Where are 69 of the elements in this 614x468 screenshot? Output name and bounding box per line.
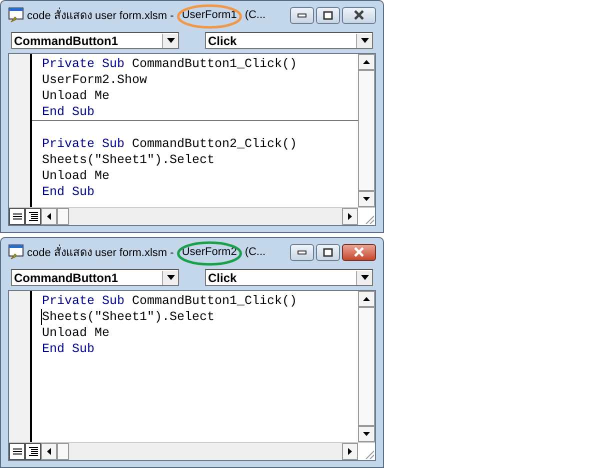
- horizontal-scrollbar[interactable]: [41, 208, 358, 225]
- up-arrow-icon: [363, 296, 370, 301]
- window-title-suffix: (C...: [244, 9, 266, 21]
- procedure-dropdown[interactable]: Click: [205, 269, 373, 286]
- down-arrow-icon: [363, 432, 370, 436]
- scroll-thumb[interactable]: [57, 208, 69, 225]
- procedure-dropdown[interactable]: Click: [205, 32, 373, 49]
- code-line: Unload Me: [42, 325, 111, 341]
- up-arrow-icon: [363, 60, 370, 64]
- minimize-icon: [297, 12, 307, 18]
- right-arrow-icon: [348, 213, 352, 220]
- code-line: Unload Me: [42, 168, 111, 184]
- left-arrow-icon: [47, 448, 51, 455]
- scroll-up-button[interactable]: [358, 54, 375, 70]
- code-line: End Sub: [42, 341, 96, 357]
- vertical-scrollbar[interactable]: [358, 54, 375, 207]
- resize-grip-icon[interactable]: [365, 215, 374, 224]
- code-line: Private Sub CommandButton2_Click(): [42, 136, 298, 152]
- full-module-view-button[interactable]: [25, 208, 41, 225]
- scroll-right-button[interactable]: [342, 208, 358, 225]
- lines-icon: [28, 447, 38, 456]
- code-line: Private Sub CommandButton1_Click(): [42, 293, 298, 309]
- close-icon: [353, 247, 365, 257]
- close-button[interactable]: [342, 244, 376, 260]
- maximize-button[interactable]: [316, 6, 340, 24]
- scroll-thumb[interactable]: [358, 306, 375, 426]
- scroll-thumb[interactable]: [358, 70, 375, 192]
- code-line: Sheets("Sheet1").Select: [42, 152, 216, 168]
- close-button[interactable]: [342, 6, 376, 24]
- form-name: UserForm2: [182, 246, 237, 258]
- left-arrow-icon: [47, 213, 51, 220]
- scroll-down-button[interactable]: [358, 191, 375, 207]
- procedure-view-button[interactable]: [9, 443, 25, 460]
- full-module-view-button[interactable]: [25, 443, 41, 460]
- code-line: Private Sub CommandButton1_Click(): [42, 56, 298, 72]
- window-title-suffix: (C...: [244, 246, 266, 258]
- scroll-left-button[interactable]: [41, 443, 57, 460]
- scroll-up-button[interactable]: [358, 291, 375, 307]
- scroll-right-button[interactable]: [342, 443, 358, 460]
- object-dropdown[interactable]: CommandButton1: [11, 32, 179, 49]
- scroll-thumb[interactable]: [57, 443, 69, 460]
- window-title: code สั่งแสดง user form.xlsm -: [27, 6, 174, 24]
- procedure-view-button[interactable]: [9, 208, 25, 225]
- window-title: code สั่งแสดง user form.xlsm -: [27, 243, 174, 261]
- minimize-button[interactable]: [290, 6, 314, 24]
- minimize-button[interactable]: [290, 244, 314, 260]
- object-dropdown[interactable]: CommandButton1: [11, 269, 179, 286]
- lines-icon: [12, 213, 22, 220]
- maximize-button[interactable]: [316, 244, 340, 260]
- lines-icon: [12, 448, 22, 455]
- maximize-icon: [323, 10, 333, 20]
- close-icon: [353, 10, 365, 20]
- right-arrow-icon: [348, 448, 352, 455]
- lines-icon: [28, 212, 38, 221]
- vertical-scrollbar[interactable]: [358, 291, 375, 442]
- code-window-icon: [8, 7, 24, 23]
- down-arrow-icon: [363, 197, 370, 202]
- code-line: Unload Me: [42, 88, 111, 104]
- scroll-down-button[interactable]: [358, 426, 375, 442]
- scroll-left-button[interactable]: [41, 208, 57, 225]
- maximize-icon: [323, 248, 333, 256]
- horizontal-scrollbar[interactable]: [41, 443, 358, 460]
- code-line: UserForm2.Show: [42, 72, 148, 88]
- resize-grip-icon[interactable]: [365, 450, 374, 459]
- code-line: End Sub: [42, 184, 96, 200]
- minimize-icon: [297, 249, 307, 255]
- form-name: UserForm1: [182, 9, 237, 21]
- code-line: End Sub: [42, 104, 96, 120]
- code-window-icon: [8, 244, 24, 260]
